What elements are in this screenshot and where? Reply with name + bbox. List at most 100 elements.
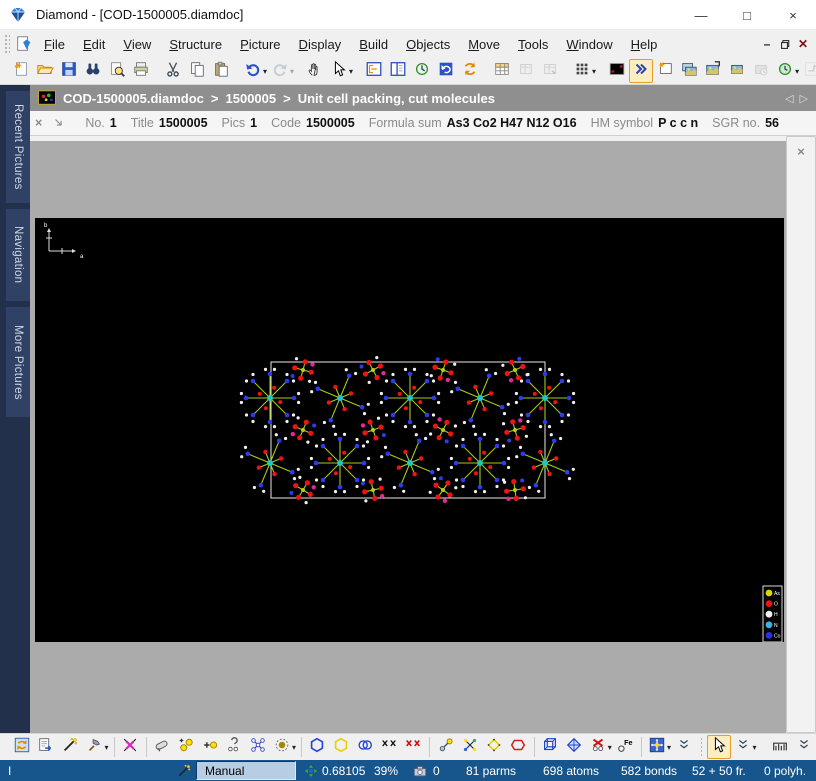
- menu-view[interactable]: View: [114, 33, 160, 56]
- add-atom-fe-button[interactable]: Fe: [613, 735, 637, 759]
- data-matrix-dropdown-icon[interactable]: ▾: [592, 67, 596, 76]
- packing-range-blue-button[interactable]: [305, 735, 329, 759]
- menubar-grip[interactable]: [4, 34, 10, 54]
- picture-history-button[interactable]: [749, 59, 773, 83]
- more-move-tools-button[interactable]: [672, 735, 696, 759]
- delete-bonds-button[interactable]: [401, 735, 425, 759]
- menu-build[interactable]: Build: [350, 33, 397, 56]
- menu-structure[interactable]: Structure: [160, 33, 231, 56]
- connect-atoms-button[interactable]: [222, 735, 246, 759]
- fill-rings-button[interactable]: [353, 735, 377, 759]
- grow-cluster-button[interactable]: [270, 735, 294, 759]
- coordination-spheres-button[interactable]: [458, 735, 482, 759]
- breadcrumb-next-icon[interactable]: ▷: [800, 92, 808, 105]
- more-pointer-tools-button[interactable]: [731, 735, 755, 759]
- synchronize-button[interactable]: [410, 59, 434, 83]
- copy-button[interactable]: [185, 59, 209, 83]
- mdi-close-button[interactable]: ✕: [794, 35, 812, 53]
- tree-view-button[interactable]: [362, 59, 386, 83]
- grow-cluster-dropdown-icon[interactable]: ▾: [292, 743, 296, 752]
- add-all-atoms-button[interactable]: [174, 735, 198, 759]
- paste-button[interactable]: [209, 59, 233, 83]
- build-tools-dropdown-icon[interactable]: ▾: [104, 743, 108, 752]
- menu-help[interactable]: Help: [622, 33, 667, 56]
- export-table-button[interactable]: [538, 59, 562, 83]
- polygon-yellow-button[interactable]: [482, 735, 506, 759]
- print-button[interactable]: [129, 59, 153, 83]
- undo-button[interactable]: [241, 59, 265, 83]
- pan-tool-button[interactable]: [303, 59, 327, 83]
- measure-tools-button[interactable]: [768, 735, 792, 759]
- select-tool-button[interactable]: [327, 59, 351, 83]
- save-file-button[interactable]: [57, 59, 81, 83]
- new-picture-button[interactable]: [653, 59, 677, 83]
- picture-wizard-button[interactable]: [58, 735, 82, 759]
- move-picture-button[interactable]: [645, 735, 669, 759]
- picture-content-button[interactable]: [34, 735, 58, 759]
- open-file-button[interactable]: [33, 59, 57, 83]
- select-tool-dropdown-icon[interactable]: ▾: [349, 67, 353, 76]
- add-atom-button[interactable]: [198, 735, 222, 759]
- close-button[interactable]: ×: [770, 0, 816, 30]
- breadcrumb-part[interactable]: 1500005: [226, 91, 277, 106]
- quick-views-button[interactable]: [629, 59, 653, 83]
- menu-display[interactable]: Display: [290, 33, 351, 56]
- mdi-restore-button[interactable]: [776, 35, 794, 53]
- navigate-back-button[interactable]: [800, 59, 816, 83]
- minimize-button[interactable]: —: [678, 0, 724, 30]
- find-button[interactable]: [81, 59, 105, 83]
- delete-atoms-button[interactable]: [586, 735, 610, 759]
- cut-button[interactable]: [161, 59, 185, 83]
- menu-edit[interactable]: Edit: [74, 33, 114, 56]
- polyhedra-button[interactable]: [562, 735, 586, 759]
- breadcrumb-prev-icon[interactable]: ◁: [785, 92, 793, 105]
- mdi-minimize-button[interactable]: –: [758, 35, 776, 53]
- new-document-button[interactable]: [9, 59, 33, 83]
- destroy-all-button[interactable]: [118, 735, 142, 759]
- copy-table-button[interactable]: [514, 59, 538, 83]
- polygon-red-button[interactable]: [506, 735, 530, 759]
- paste-picture-button[interactable]: [701, 59, 725, 83]
- recent-history-button[interactable]: [773, 59, 797, 83]
- sidebar-tab-recent-pictures[interactable]: Recent Pictures: [6, 91, 30, 203]
- build-tools-button[interactable]: [82, 735, 106, 759]
- small-picture-button[interactable]: [725, 59, 749, 83]
- more-pointer-tools-dropdown-icon[interactable]: ▾: [753, 743, 757, 752]
- maximize-button[interactable]: □: [724, 0, 770, 30]
- redo-button[interactable]: [268, 59, 292, 83]
- update-picture-button[interactable]: [10, 735, 34, 759]
- toolbar-grip[interactable]: [700, 737, 701, 757]
- copy-picture-button[interactable]: [677, 59, 701, 83]
- refresh-picture-button[interactable]: [458, 59, 482, 83]
- close-info-icon[interactable]: ×: [35, 116, 42, 130]
- more-measure-tools-button[interactable]: [792, 735, 816, 759]
- complete-fragments-button[interactable]: [246, 735, 270, 759]
- status-mode-field[interactable]: Manual: [196, 761, 296, 780]
- breadcrumb-part[interactable]: COD-1500005.diamdoc: [63, 91, 204, 106]
- structure-canvas[interactable]: baAsOHNCo: [35, 218, 784, 642]
- menu-picture[interactable]: Picture: [231, 33, 289, 56]
- break-bonds-button[interactable]: [377, 735, 401, 759]
- breadcrumb-part[interactable]: Unit cell packing, cut molecules: [298, 91, 495, 106]
- unit-cell-button[interactable]: [538, 735, 562, 759]
- pointer-mode-button[interactable]: [707, 735, 731, 759]
- menu-file[interactable]: File: [35, 33, 74, 56]
- menu-objects[interactable]: Objects: [397, 33, 459, 56]
- table-properties-button[interactable]: [490, 59, 514, 83]
- packing-range-yellow-button[interactable]: [329, 735, 353, 759]
- menu-move[interactable]: Move: [459, 33, 509, 56]
- toolbar-grip[interactable]: [762, 737, 763, 757]
- sidebar-tab-more-pictures[interactable]: More Pictures: [6, 307, 30, 417]
- create-bond-button[interactable]: [434, 735, 458, 759]
- sidebar-tab-navigation[interactable]: Navigation: [6, 209, 30, 301]
- data-matrix-button[interactable]: [570, 59, 594, 83]
- split-view-button[interactable]: [386, 59, 410, 83]
- expand-info-icon[interactable]: [52, 116, 66, 130]
- menu-window[interactable]: Window: [557, 33, 621, 56]
- move-picture-dropdown-icon[interactable]: ▾: [667, 743, 671, 752]
- revert-picture-button[interactable]: [434, 59, 458, 83]
- print-preview-button[interactable]: [105, 59, 129, 83]
- undo-dropdown-icon[interactable]: ▾: [263, 67, 267, 76]
- fill-color-button[interactable]: [150, 735, 174, 759]
- menu-tools[interactable]: Tools: [509, 33, 557, 56]
